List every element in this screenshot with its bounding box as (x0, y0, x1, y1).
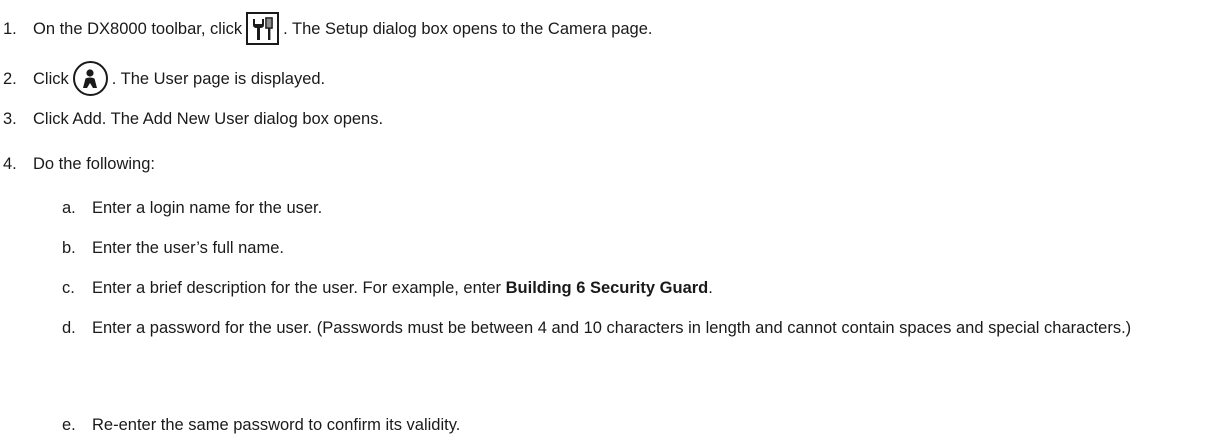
substep-text: Enter a login name for the user. (92, 199, 323, 217)
step-number: 3. (3, 110, 17, 128)
substep-text: Enter the user’s full name. (92, 239, 284, 257)
substep-letter: d. (62, 319, 76, 337)
substep-b: b. Enter the user’s full name. (0, 238, 1212, 258)
substep-e: e. Re-enter the same password to confirm… (0, 415, 1212, 435)
step-text: . The Setup dialog box opens to the Came… (283, 19, 653, 38)
substep-letter: e. (62, 416, 76, 434)
substep-c: c. Enter a brief description for the use… (0, 278, 1212, 298)
substep-a: a. Enter a login name for the user. (0, 198, 1212, 218)
step-text: On the DX8000 toolbar, click (33, 19, 243, 38)
step-text: . The User page is displayed. (111, 69, 326, 88)
step-1: 1. On the DX8000 toolbar, click . The Se… (0, 12, 653, 45)
step-number: 4. (3, 155, 17, 173)
substep-letter: b. (62, 239, 76, 257)
procedure-document: 1. On the DX8000 toolbar, click . The Se… (0, 0, 1219, 443)
step-number: 2. (3, 69, 17, 88)
step-3: 3. Click Add. The Add New User dialog bo… (0, 109, 383, 129)
step-text: Do the following: (33, 155, 155, 173)
step-text: Click Add. The Add New User dialog box o… (33, 110, 384, 128)
step-2: 2. Click . The User page is displayed. (0, 61, 325, 96)
step-4: 4. Do the following: (0, 154, 155, 174)
substep-text: Re-enter the same password to confirm it… (92, 416, 461, 434)
step-number: 1. (3, 19, 17, 38)
substep-letter: a. (62, 199, 76, 217)
substep-letter: c. (62, 279, 75, 297)
substep-text: Enter a password for the user. (Password… (92, 319, 1132, 337)
substep-d: d. Enter a password for the user. (Passw… (0, 318, 1212, 338)
substep-text-part: Enter a brief description for the user. … (92, 279, 506, 297)
user-icon (72, 61, 108, 96)
substep-text: Enter a brief description for the user. … (92, 278, 1212, 298)
step-text: Click (33, 69, 69, 88)
setup-tools-icon (246, 12, 280, 45)
example-description: Building 6 Security Guard (505, 279, 709, 297)
substep-text-part: . (708, 279, 713, 297)
